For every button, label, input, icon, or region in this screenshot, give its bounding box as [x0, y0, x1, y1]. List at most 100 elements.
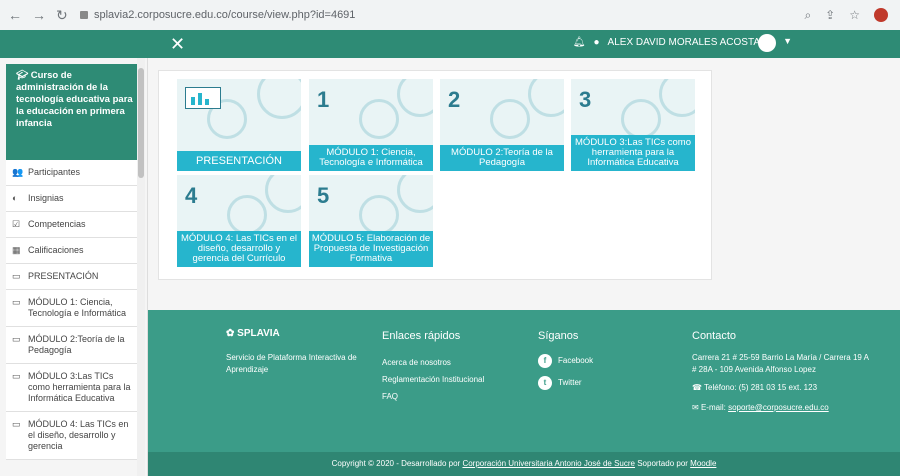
tile-presentation[interactable]: PRESENTACIÓN	[177, 79, 301, 171]
tile-label: MÓDULO 2:Teoría de la Pedagogía	[440, 145, 564, 171]
sidebar-item-competencies[interactable]: ☑ Competencias	[6, 212, 140, 238]
table-icon: ▦	[12, 245, 21, 255]
sidebar-item-label: MÓDULO 2:Teoría de la Pedagogía	[28, 334, 125, 355]
envelope-icon: ✉	[692, 403, 699, 412]
user-avatar[interactable]	[758, 34, 776, 52]
tile-module-4[interactable]: 4 MÓDULO 4: Las TICs en el diseño, desar…	[177, 175, 301, 267]
social-twitter[interactable]: t Twitter	[538, 376, 593, 390]
twitter-label: Twitter	[558, 378, 582, 387]
close-drawer-icon[interactable]: ✕	[170, 34, 185, 55]
link-regulations[interactable]: Reglamentación Institucional	[382, 371, 512, 388]
sidebar-item-presentation[interactable]: ▭ PRESENTACIÓN	[6, 264, 140, 290]
tile-label: MÓDULO 5: Elaboración de Propuesta de In…	[309, 231, 433, 267]
footer-links: Acerca de nosotros Reglamentación Instit…	[382, 354, 512, 405]
tile-decoration	[528, 79, 564, 117]
sidebar-item-label: MÓDULO 1: Ciencia, Tecnología e Informát…	[28, 297, 127, 318]
footer-social: f Facebook t Twitter	[538, 354, 593, 398]
link-faq[interactable]: FAQ	[382, 388, 512, 405]
chevron-down-icon[interactable]: ▼	[783, 36, 792, 46]
phone-text: Teléfono: (5) 281 03 15 ext. 123	[704, 383, 818, 392]
browser-toolbar: ← → ↻ splavia2.corposucre.edu.co/course/…	[0, 0, 900, 30]
sidebar-item-label: MÓDULO 4: Las TICs en el diseño, desarro…	[28, 419, 129, 451]
user-name[interactable]: ALEX DAVID MORALES ACOSTA	[608, 37, 760, 48]
sidebar-course-home[interactable]: 🎓︎ Curso de administración de la tecnolo…	[6, 64, 140, 160]
tile-decoration	[397, 79, 433, 117]
site-footer: ✿ SPLAVIA Servicio de Plataforma Interac…	[148, 310, 900, 476]
footer-links-title: Enlaces rápidos	[382, 330, 461, 342]
sidebar-item-module-1[interactable]: ▭ MÓDULO 1: Ciencia, Tecnología e Inform…	[6, 290, 140, 327]
sidebar-item-label: Insignias	[28, 193, 64, 203]
sidebar-item-participants[interactable]: 👥 Participantes	[6, 160, 140, 186]
messages-chat-icon[interactable]: ●	[594, 37, 600, 48]
tile-module-1[interactable]: 1 MÓDULO 1: Ciencia, Tecnología e Inform…	[309, 79, 433, 171]
tile-decoration	[227, 195, 267, 235]
folder-icon: ▭	[12, 371, 21, 381]
forward-icon[interactable]: →	[32, 7, 46, 24]
browser-actions: ⌕ ⇪ ☆	[804, 7, 900, 23]
copyright-prefix: Copyright © 2020 - Desarrollado por	[331, 459, 463, 468]
back-icon[interactable]: ←	[8, 7, 22, 24]
url-text: splavia2.corposucre.edu.co/course/view.p…	[94, 9, 356, 21]
graduation-cap-icon: 🎓︎	[16, 70, 29, 81]
module-number: 1	[317, 87, 330, 112]
tile-decoration	[257, 79, 301, 119]
tile-module-3[interactable]: 3 MÓDULO 3:Las TICs como herramienta par…	[571, 79, 695, 171]
logo-text: SPLAVIA	[237, 328, 280, 339]
contact-address: Carrera 21 # 25-59 Barrio La María / Car…	[692, 353, 869, 374]
email-link[interactable]: soporte@corposucre.edu.co	[728, 403, 829, 412]
extension-icon[interactable]	[874, 7, 888, 22]
course-tiles-panel: PRESENTACIÓN 1 MÓDULO 1: Ciencia, Tecnol…	[158, 70, 712, 280]
presentation-board-icon	[185, 87, 221, 109]
sidebar-item-label: Competencias	[28, 219, 86, 229]
footer-contact: Carrera 21 # 25-59 Barrio La María / Car…	[692, 352, 872, 414]
lock-icon	[80, 11, 88, 19]
module-number: 2	[448, 87, 461, 112]
tile-decoration	[397, 175, 433, 213]
sidebar-item-label: Participantes	[28, 167, 81, 177]
moodle-link[interactable]: Moodle	[690, 459, 716, 468]
share-icon[interactable]: ⇪	[825, 8, 835, 23]
reload-icon[interactable]: ↻	[56, 7, 68, 24]
bookmark-star-icon[interactable]: ☆	[849, 8, 860, 23]
module-number: 4	[185, 183, 198, 208]
module-number: 5	[317, 183, 330, 208]
sidebar-item-label: Calificaciones	[28, 245, 84, 255]
phone-icon: ☎	[692, 383, 702, 392]
social-facebook[interactable]: f Facebook	[538, 354, 593, 368]
folder-icon: ▭	[12, 334, 21, 344]
twitter-icon: t	[538, 376, 552, 390]
tile-module-5[interactable]: 5 MÓDULO 5: Elaboración de Propuesta de …	[309, 175, 433, 267]
zoom-icon[interactable]: ⌕	[804, 8, 811, 23]
folder-icon: ▭	[12, 297, 21, 307]
email-label: E-mail:	[700, 403, 729, 412]
address-bar[interactable]: splavia2.corposucre.edu.co/course/view.p…	[80, 4, 804, 26]
sidebar-item-grades[interactable]: ▦ Calificaciones	[6, 238, 140, 264]
browser-nav: ← → ↻	[0, 7, 80, 24]
copyright-mid: Soportado por	[635, 459, 691, 468]
folder-icon: ▭	[12, 419, 21, 429]
link-about[interactable]: Acerca de nosotros	[382, 354, 512, 371]
footer-tagline: Servicio de Plataforma Interactiva de Ap…	[226, 353, 357, 374]
user-menu-area: 🔔︎ ● ALEX DAVID MORALES ACOSTA	[573, 37, 760, 48]
sidebar-item-badges[interactable]: ◐ Insignias	[6, 186, 140, 212]
sidebar-scrollbar[interactable]	[137, 58, 145, 476]
tile-decoration	[265, 175, 301, 213]
copyright-bar: Copyright © 2020 - Desarrollado por Corp…	[148, 452, 900, 476]
logo-mark-icon: ✿	[226, 328, 235, 339]
contact-phone: ☎ Teléfono: (5) 281 03 15 ext. 123	[692, 382, 872, 394]
sidebar-item-label: MÓDULO 3:Las TICs como herramienta para …	[28, 371, 131, 403]
tile-label: PRESENTACIÓN	[177, 151, 301, 171]
scrollbar-thumb[interactable]	[138, 68, 144, 178]
sidebar-item-label: PRESENTACIÓN	[28, 271, 99, 281]
footer-social-title: Síganos	[538, 330, 579, 342]
tile-label: MÓDULO 1: Ciencia, Tecnología e Informát…	[309, 145, 433, 171]
checkbox-icon: ☑	[12, 219, 21, 229]
sidebar-item-module-4[interactable]: ▭ MÓDULO 4: Las TICs en el diseño, desar…	[6, 412, 140, 460]
sidebar-item-module-3[interactable]: ▭ MÓDULO 3:Las TICs como herramienta par…	[6, 364, 140, 412]
folder-icon: ▭	[12, 271, 21, 281]
org-link[interactable]: Corporación Universitaria Antonio José d…	[462, 459, 635, 468]
tile-decoration	[490, 99, 530, 139]
tile-module-2[interactable]: 2 MÓDULO 2:Teoría de la Pedagogía	[440, 79, 564, 171]
sidebar-item-module-2[interactable]: ▭ MÓDULO 2:Teoría de la Pedagogía	[6, 327, 140, 364]
notifications-bell-icon[interactable]: 🔔︎	[573, 37, 586, 48]
